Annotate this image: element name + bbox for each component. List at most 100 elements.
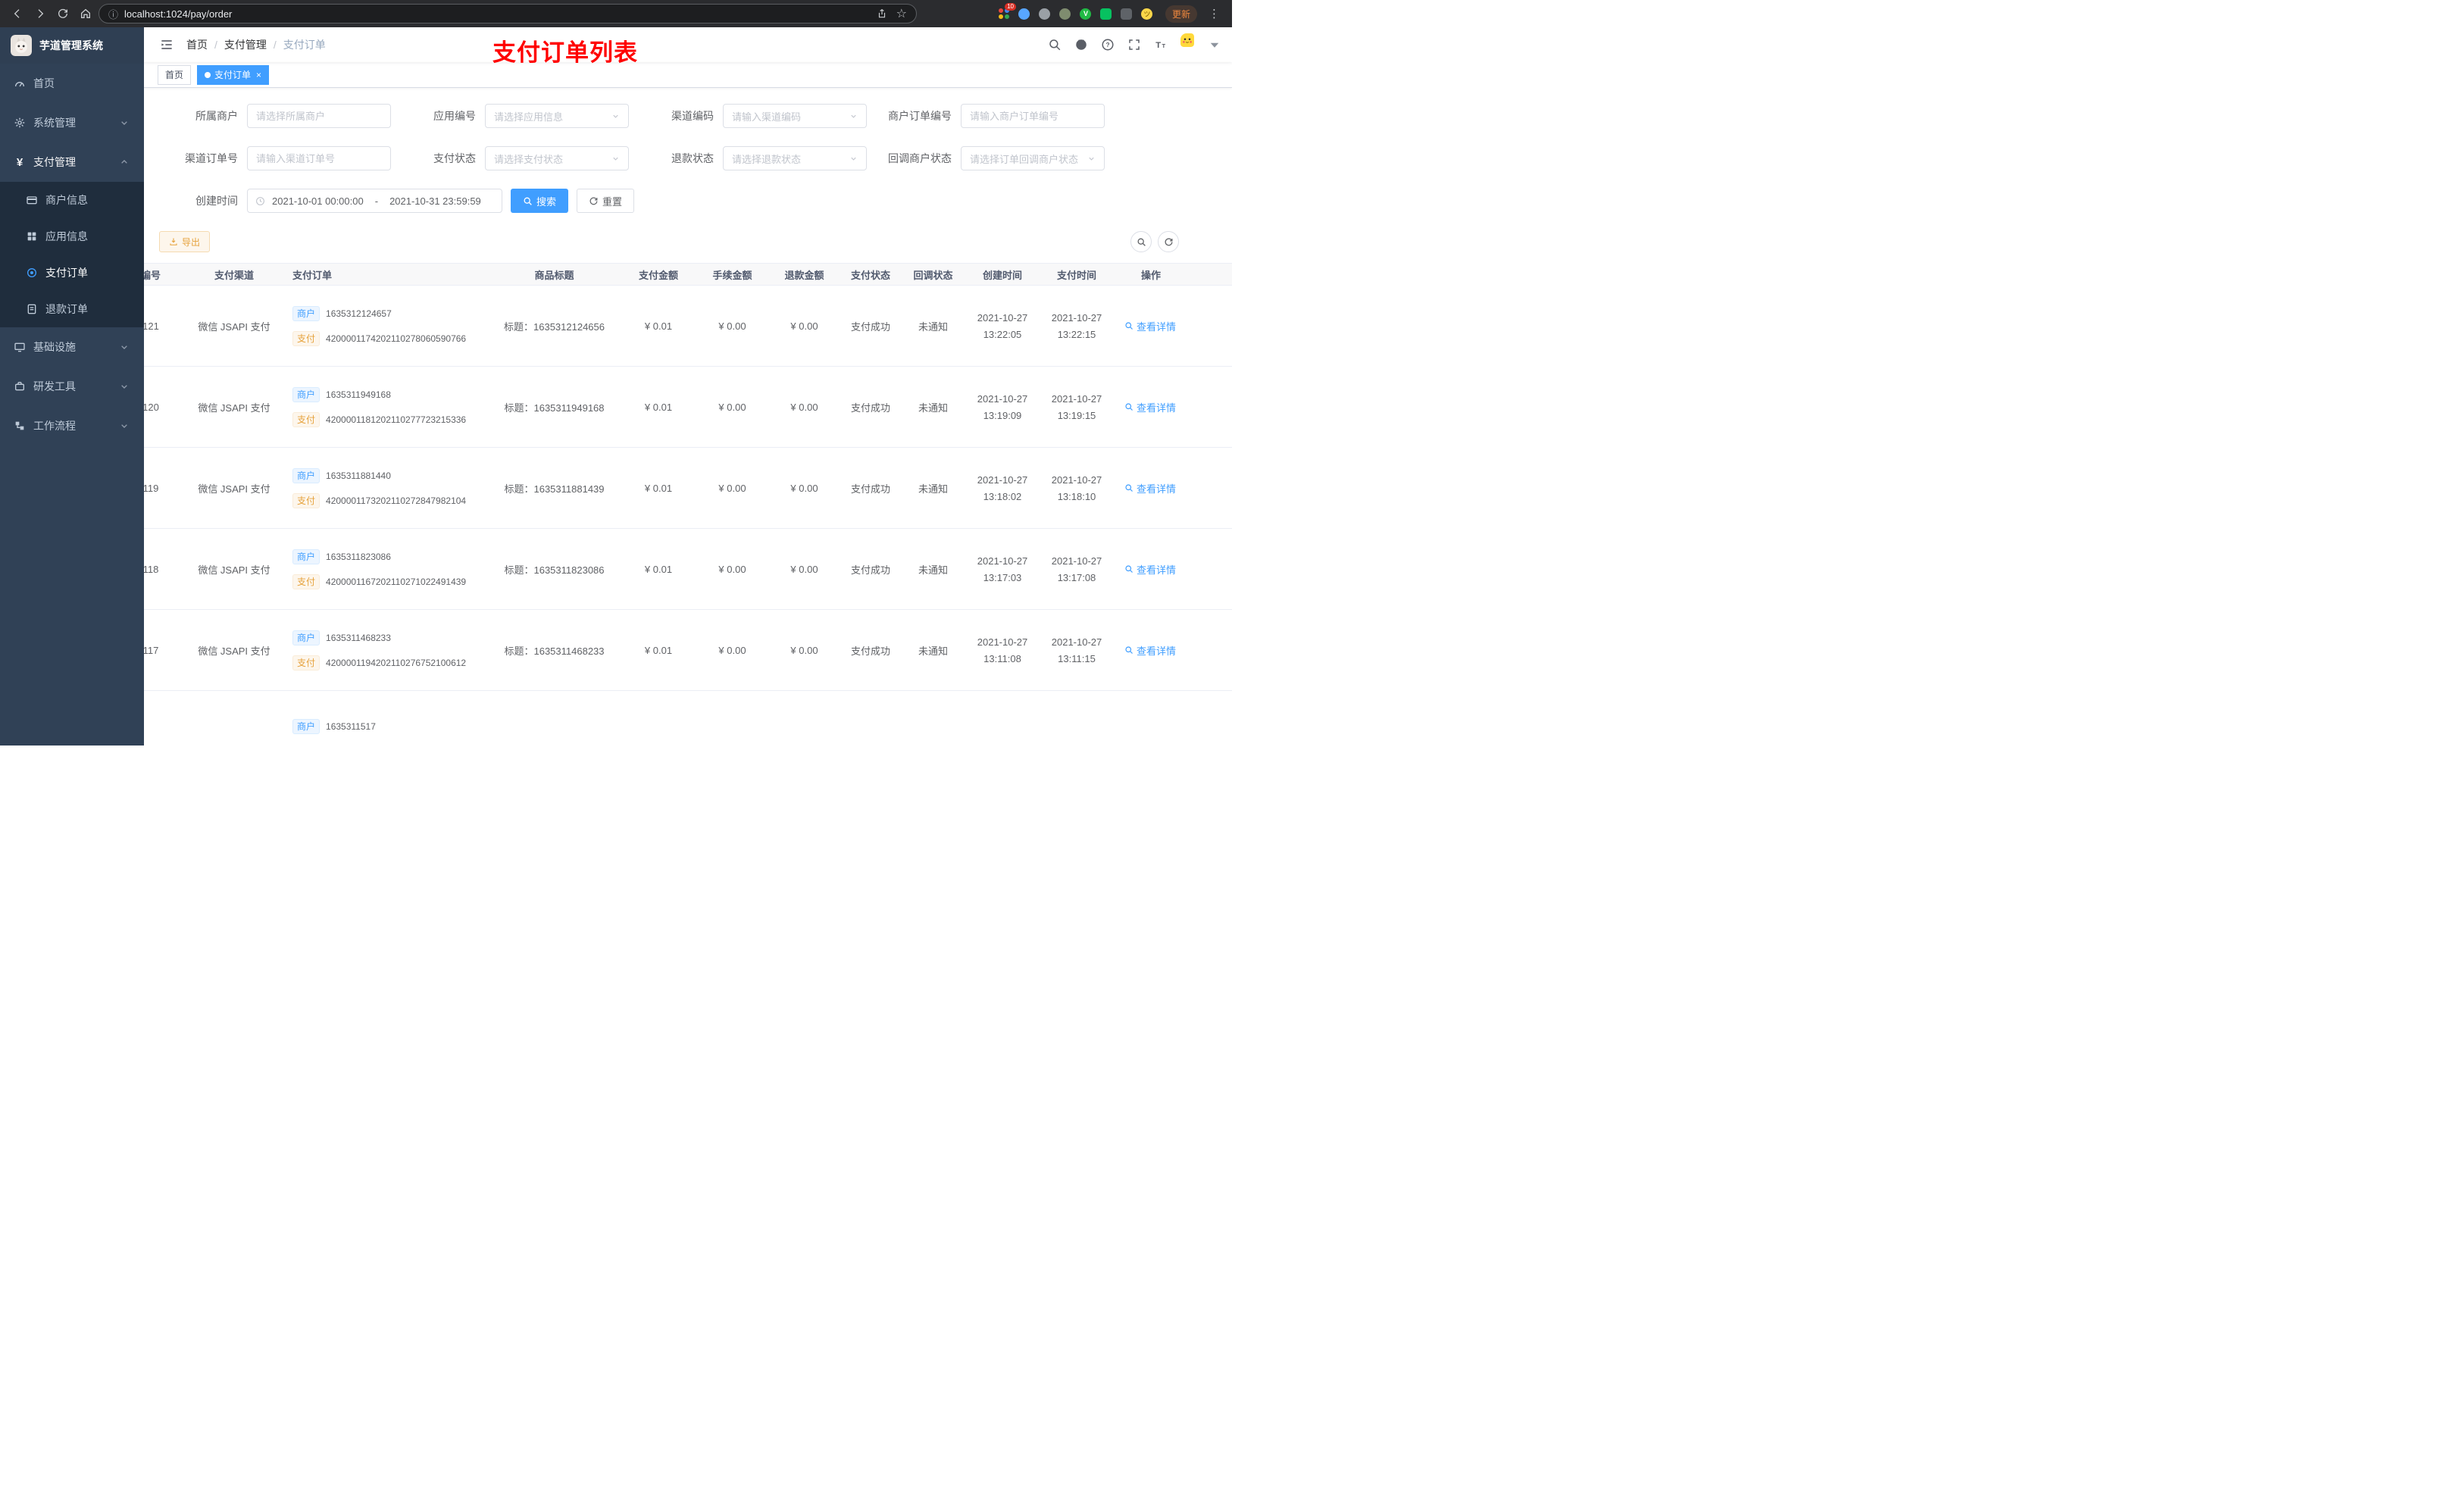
sidebar-item-label: 退款订单	[45, 303, 88, 315]
search-button[interactable]: 搜索	[511, 189, 569, 213]
grid-icon	[27, 232, 36, 241]
user-menu[interactable]	[1180, 33, 1221, 56]
view-detail-link[interactable]: 查看详情	[1124, 643, 1176, 658]
cell-refund: ¥ 0.00	[790, 401, 818, 413]
sidebar-item-label: 支付订单	[45, 267, 88, 279]
view-detail-link[interactable]: 查看详情	[1124, 400, 1176, 414]
cell-action: 查看详情	[1114, 367, 1232, 447]
col-header-callback: 回调状态	[913, 269, 953, 281]
col-header-title: 商品标题	[534, 269, 574, 281]
export-button[interactable]: 导出	[159, 231, 211, 252]
cell-fee: ¥ 0.00	[718, 401, 746, 413]
cell-id: 117	[144, 644, 159, 656]
extension-chat-icon[interactable]	[1099, 7, 1113, 20]
home-icon[interactable]	[76, 4, 95, 23]
cell-fee	[696, 691, 768, 746]
cell-status: 支付成功	[850, 645, 890, 657]
sidebar-item-devtools[interactable]: 研发工具	[0, 367, 144, 406]
screen: ⓘ localhost:1024/pay/order ☆ 10 V ツ 更新 ⋮	[0, 0, 1232, 746]
fullscreen-icon[interactable]	[1127, 38, 1141, 52]
sidebar-item-home[interactable]: 首页	[0, 64, 144, 103]
pay-order-no: 4200001173202110272847982104	[326, 495, 467, 506]
page-annotation: 支付订单列表	[492, 39, 638, 66]
sidebar-item-label: 应用信息	[45, 230, 88, 242]
cell-created: 2021-10-27 13:22:05	[977, 311, 1028, 340]
pay-status-select[interactable]: 请选择支付状态	[485, 146, 629, 170]
extension-emoji-icon[interactable]: ツ	[1140, 7, 1154, 20]
sidebar-item-app-info[interactable]: 应用信息	[0, 218, 144, 255]
browser-update-button[interactable]: 更新	[1165, 5, 1197, 23]
pay-badge: 支付	[292, 655, 321, 670]
channel-code-select[interactable]: 请输入渠道编码	[723, 104, 867, 128]
chevron-down-icon	[121, 121, 127, 125]
top-navbar: 首页 / 支付管理 / 支付订单 支付订单列表 ? TT	[144, 27, 1232, 66]
merchant-order-input[interactable]	[961, 104, 1105, 128]
page-content: 所属商户 应用编号 请选择应用信息 渠道编码 请输入渠道编码	[144, 88, 1232, 746]
cell-callback: 未通知	[918, 402, 948, 414]
pay-order-no: 4200001174202110278060590766	[326, 333, 467, 344]
github-icon[interactable]	[1074, 38, 1088, 52]
tab-pay-order[interactable]: 支付订单 ×	[197, 64, 270, 85]
extension-puzzle-icon[interactable]	[1120, 7, 1134, 20]
reset-button[interactable]: 重置	[577, 189, 635, 213]
merchant-order-label: 商户订单编号	[888, 110, 952, 122]
breadcrumb-payment[interactable]: 支付管理	[224, 37, 267, 52]
callback-status-select[interactable]: 请选择订单回调商户状态	[961, 146, 1105, 170]
sidebar-item-pay-order[interactable]: 支付订单	[0, 255, 144, 291]
extension-dots-icon[interactable]: 10	[997, 3, 1016, 20]
extension-globe-icon[interactable]	[1038, 7, 1052, 20]
forward-icon[interactable]	[30, 4, 50, 23]
sidebar-item-merchant-info[interactable]: 商户信息	[0, 182, 144, 218]
channel-order-input[interactable]	[247, 146, 391, 170]
cell-fee: ¥ 0.00	[718, 320, 746, 332]
date-range-picker[interactable]: 2021-10-01 00:00:00 - 2021-10-31 23:59:5…	[247, 189, 502, 213]
share-icon[interactable]	[877, 8, 887, 19]
site-info-icon[interactable]: ⓘ	[108, 7, 118, 21]
reload-icon[interactable]	[53, 4, 73, 23]
bookmark-star-icon[interactable]: ☆	[896, 6, 907, 21]
close-icon[interactable]: ×	[256, 70, 261, 80]
tab-home[interactable]: 首页	[158, 64, 192, 85]
extension-circle-icon[interactable]	[1058, 7, 1072, 20]
view-detail-link[interactable]: 查看详情	[1124, 481, 1176, 495]
sidebar-item-system[interactable]: 系统管理	[0, 103, 144, 142]
table-row: 商户 1635311517	[144, 691, 1232, 746]
search-icon[interactable]	[1048, 38, 1062, 52]
app-logo-row[interactable]: 芋道管理系统	[0, 27, 144, 64]
refund-status-label: 退款状态	[671, 152, 714, 164]
sidebar-item-payment[interactable]: ¥ 支付管理	[0, 142, 144, 182]
main-area: 首页 / 支付管理 / 支付订单 支付订单列表 ? TT 首页 支付订单 × 所…	[144, 27, 1232, 746]
extension-drop-icon[interactable]	[1018, 7, 1031, 20]
sidebar-item-label: 支付管理	[33, 156, 76, 168]
refund-status-select[interactable]: 请选择退款状态	[723, 146, 867, 170]
cell-paid: 2021-10-27 13:18:10	[1051, 474, 1102, 502]
help-icon[interactable]: ?	[1101, 38, 1115, 52]
cell-amount	[621, 691, 696, 746]
pay-status-label: 支付状态	[433, 152, 476, 164]
view-detail-link[interactable]: 查看详情	[1124, 319, 1176, 333]
app-select[interactable]: 请选择应用信息	[485, 104, 629, 128]
owner-input[interactable]	[247, 104, 391, 128]
sidebar-item-infra[interactable]: 基础设施	[0, 327, 144, 367]
yen-icon: ¥	[16, 155, 23, 169]
toggle-search-button[interactable]	[1130, 231, 1152, 252]
address-bar[interactable]: ⓘ localhost:1024/pay/order ☆	[98, 4, 917, 23]
col-header-fee: 手续金额	[712, 269, 752, 281]
view-detail-link[interactable]: 查看详情	[1124, 562, 1176, 577]
table-body: 121 微信 JSAPI 支付 商户 1635312124657 支付 4200…	[144, 286, 1232, 746]
sidebar-item-refund-order[interactable]: 退款订单	[0, 291, 144, 327]
tab-label: 支付订单	[214, 70, 252, 80]
browser-menu-icon[interactable]: ⋮	[1204, 7, 1224, 20]
cell-callback: 未通知	[918, 645, 948, 657]
extension-v-icon[interactable]: V	[1079, 7, 1093, 20]
callback-status-label: 回调商户状态	[888, 152, 952, 164]
breadcrumb: 首页 / 支付管理 / 支付订单	[186, 37, 326, 52]
chevron-up-icon	[121, 160, 127, 164]
back-icon[interactable]	[8, 4, 27, 23]
sidebar-toggle-icon[interactable]	[155, 37, 179, 52]
sidebar-item-workflow[interactable]: 工作流程	[0, 406, 144, 445]
font-size-icon[interactable]: TT	[1154, 38, 1168, 52]
refresh-table-button[interactable]	[1158, 231, 1179, 252]
monitor-icon	[14, 342, 25, 352]
breadcrumb-home[interactable]: 首页	[186, 37, 208, 52]
